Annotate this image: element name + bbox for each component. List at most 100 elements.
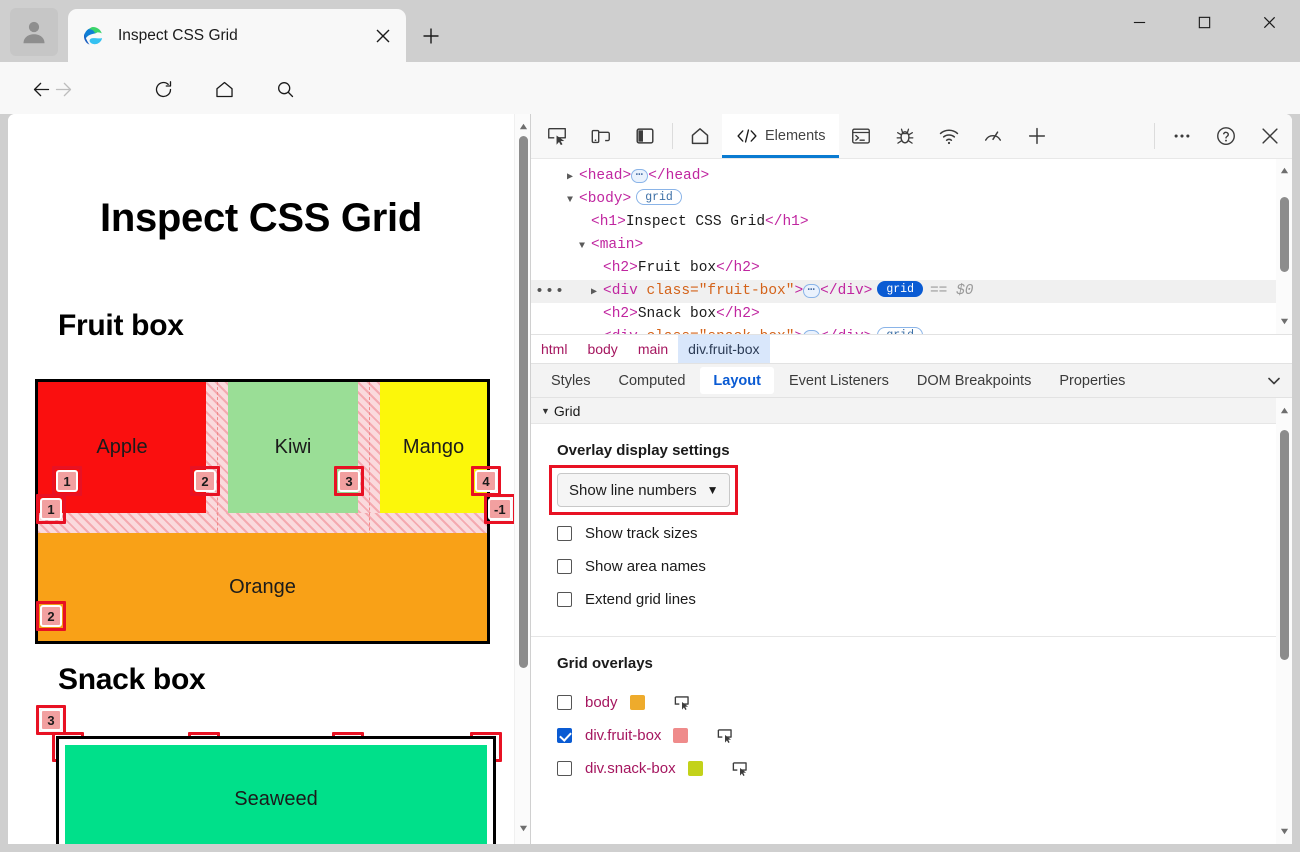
caret-down-icon[interactable]: ▼	[541, 406, 550, 416]
devtools-close-icon[interactable]	[1248, 114, 1292, 158]
scroll-up-arrow[interactable]	[1276, 403, 1292, 417]
tab-dom-breakpoints[interactable]: DOM Breakpoints	[904, 367, 1044, 394]
home-button[interactable]	[206, 71, 242, 107]
dom-attr-name: class	[647, 329, 691, 334]
add-tool-icon[interactable]	[1015, 114, 1059, 158]
dom-text-node: Inspect CSS Grid	[625, 214, 766, 230]
dom-tree-scrollbar[interactable]	[1276, 159, 1292, 334]
plus-icon	[423, 28, 439, 44]
show-element-icon[interactable]	[716, 726, 735, 745]
checkbox-box[interactable]	[557, 761, 572, 776]
profile-button[interactable]	[10, 8, 58, 56]
show-element-icon[interactable]	[731, 759, 750, 778]
home-icon	[215, 81, 233, 97]
window-minimize-button[interactable]	[1115, 0, 1163, 44]
breadcrumb-item-body[interactable]: body	[577, 335, 627, 363]
line-label-select-value: Show line numbers	[569, 481, 697, 499]
inspect-element-icon[interactable]	[535, 114, 579, 158]
collapsed-children-icon[interactable]: ⋯	[631, 169, 649, 183]
new-tab-button[interactable]	[412, 18, 450, 54]
grid-cell-label: Seaweed	[234, 787, 318, 810]
layout-pane-scrollbar[interactable]	[1276, 398, 1292, 844]
devtools-more-icon[interactable]	[1160, 114, 1204, 158]
tab-console-icon[interactable]	[839, 114, 883, 158]
scroll-up-arrow[interactable]	[1276, 163, 1292, 177]
refresh-button[interactable]	[145, 71, 181, 107]
row-actions-ellipsis-icon[interactable]: •••	[535, 284, 564, 299]
tab-properties[interactable]: Properties	[1046, 367, 1138, 394]
scroll-down-arrow[interactable]	[1276, 824, 1292, 838]
dom-scrollbar-thumb[interactable]	[1280, 197, 1289, 272]
checkbox-box-checked[interactable]	[557, 728, 572, 743]
tab-event-listeners[interactable]: Event Listeners	[776, 367, 902, 394]
tab-computed[interactable]: Computed	[606, 367, 699, 394]
dom-row[interactable]: <h2>Snack box</h2>	[531, 303, 1292, 326]
grid-badge[interactable]: grid	[636, 189, 682, 205]
grid-overlay-color-swatch[interactable]	[687, 761, 703, 776]
search-button[interactable]	[267, 71, 303, 107]
window-close-button[interactable]	[1245, 0, 1293, 44]
tab-performance-icon[interactable]	[971, 114, 1015, 158]
dom-tree[interactable]: ▶ <head> ⋯ </head> ▼ <body> grid <h1>Inspect …	[531, 159, 1292, 334]
console-icon	[852, 128, 871, 144]
grid-section-header[interactable]: ▼ Grid	[531, 398, 1292, 424]
tab-sources-icon[interactable]	[883, 114, 927, 158]
devtools-home-icon[interactable]	[678, 114, 722, 158]
dom-row[interactable]: ▼ <body> grid	[531, 188, 1292, 211]
checkbox-box[interactable]	[557, 559, 572, 574]
checkbox-show-track-sizes[interactable]: Show track sizes	[557, 517, 1292, 550]
checkbox-extend-grid-lines[interactable]: Extend grid lines	[557, 583, 1292, 616]
dom-row[interactable]: <h1>Inspect CSS Grid</h1>	[531, 211, 1292, 234]
grid-badge-active[interactable]: grid	[877, 281, 923, 297]
twisty-collapsed-icon[interactable]: ▶	[567, 166, 579, 189]
device-emulation-icon[interactable]	[579, 114, 623, 158]
fruit-box-grid-container: Apple Kiwi Mango Orange	[35, 379, 490, 644]
dom-row[interactable]: ▼ <main>	[531, 234, 1292, 257]
breadcrumb-item-fruit-box[interactable]: div.fruit-box	[678, 335, 770, 363]
browser-tab[interactable]: Inspect CSS Grid	[68, 9, 406, 62]
tab-layout[interactable]: Layout	[700, 367, 774, 394]
twisty-expanded-icon[interactable]: ▼	[579, 235, 591, 258]
layout-scrollbar-thumb[interactable]	[1280, 430, 1289, 660]
grid-overlay-row-body[interactable]: body	[557, 686, 1292, 719]
checkbox-show-area-names[interactable]: Show area names	[557, 550, 1292, 583]
twisty-collapsed-icon[interactable]: ▶	[591, 281, 603, 304]
checkbox-box[interactable]	[557, 695, 572, 710]
grid-cell: Apple	[38, 382, 206, 513]
scroll-down-arrow[interactable]	[515, 820, 530, 836]
tab-close-button[interactable]	[368, 21, 398, 51]
grid-overlay-color-swatch[interactable]	[629, 695, 645, 710]
grid-section-title: Grid	[553, 402, 581, 419]
grid-overlay-row-snack-box[interactable]: div.snack-box	[557, 752, 1292, 785]
page-scrollbar-thumb[interactable]	[519, 136, 528, 668]
grid-overlay-color-swatch[interactable]	[673, 728, 689, 743]
grid-badge[interactable]: grid	[877, 327, 923, 334]
page-scrollbar[interactable]	[514, 114, 530, 844]
grid-overlay-name: body	[585, 694, 618, 711]
collapsed-children-icon[interactable]: ⋯	[803, 284, 821, 298]
checkbox-box[interactable]	[557, 592, 572, 607]
show-element-icon[interactable]	[673, 693, 692, 712]
scroll-down-arrow[interactable]	[1276, 314, 1292, 328]
line-label-select[interactable]: Show line numbers ▼	[557, 473, 731, 507]
twisty-expanded-icon[interactable]: ▼	[567, 189, 579, 212]
fruit-box-heading: Fruit box	[58, 309, 184, 342]
checkbox-box[interactable]	[557, 526, 572, 541]
breadcrumb-item-html[interactable]: html	[531, 335, 577, 363]
dock-side-icon[interactable]	[623, 114, 667, 158]
dom-row[interactable]: <h2>Fruit box</h2>	[531, 257, 1292, 280]
dom-row-selected[interactable]: ••• ▶ <div class="fruit-box"> ⋯ </div> grid =…	[531, 280, 1292, 303]
devtools-help-icon[interactable]	[1204, 114, 1248, 158]
dom-row[interactable]: ▶<div class="snack-box">⋯</div>grid	[531, 326, 1292, 334]
grid-overlay-row-fruit-box[interactable]: div.fruit-box	[557, 719, 1292, 752]
dom-row[interactable]: ▶ <head> ⋯ </head>	[531, 165, 1292, 188]
tab-elements[interactable]: Elements	[722, 114, 840, 158]
collapsed-children-icon[interactable]: ⋯	[803, 330, 821, 334]
twisty-collapsed-icon[interactable]: ▶	[591, 327, 603, 334]
tab-network-icon[interactable]	[927, 114, 971, 158]
scroll-up-arrow[interactable]	[515, 118, 530, 134]
subtabs-more-button[interactable]	[1256, 364, 1292, 397]
window-maximize-button[interactable]	[1180, 0, 1228, 44]
breadcrumb-item-main[interactable]: main	[628, 335, 678, 363]
tab-styles[interactable]: Styles	[538, 367, 604, 394]
